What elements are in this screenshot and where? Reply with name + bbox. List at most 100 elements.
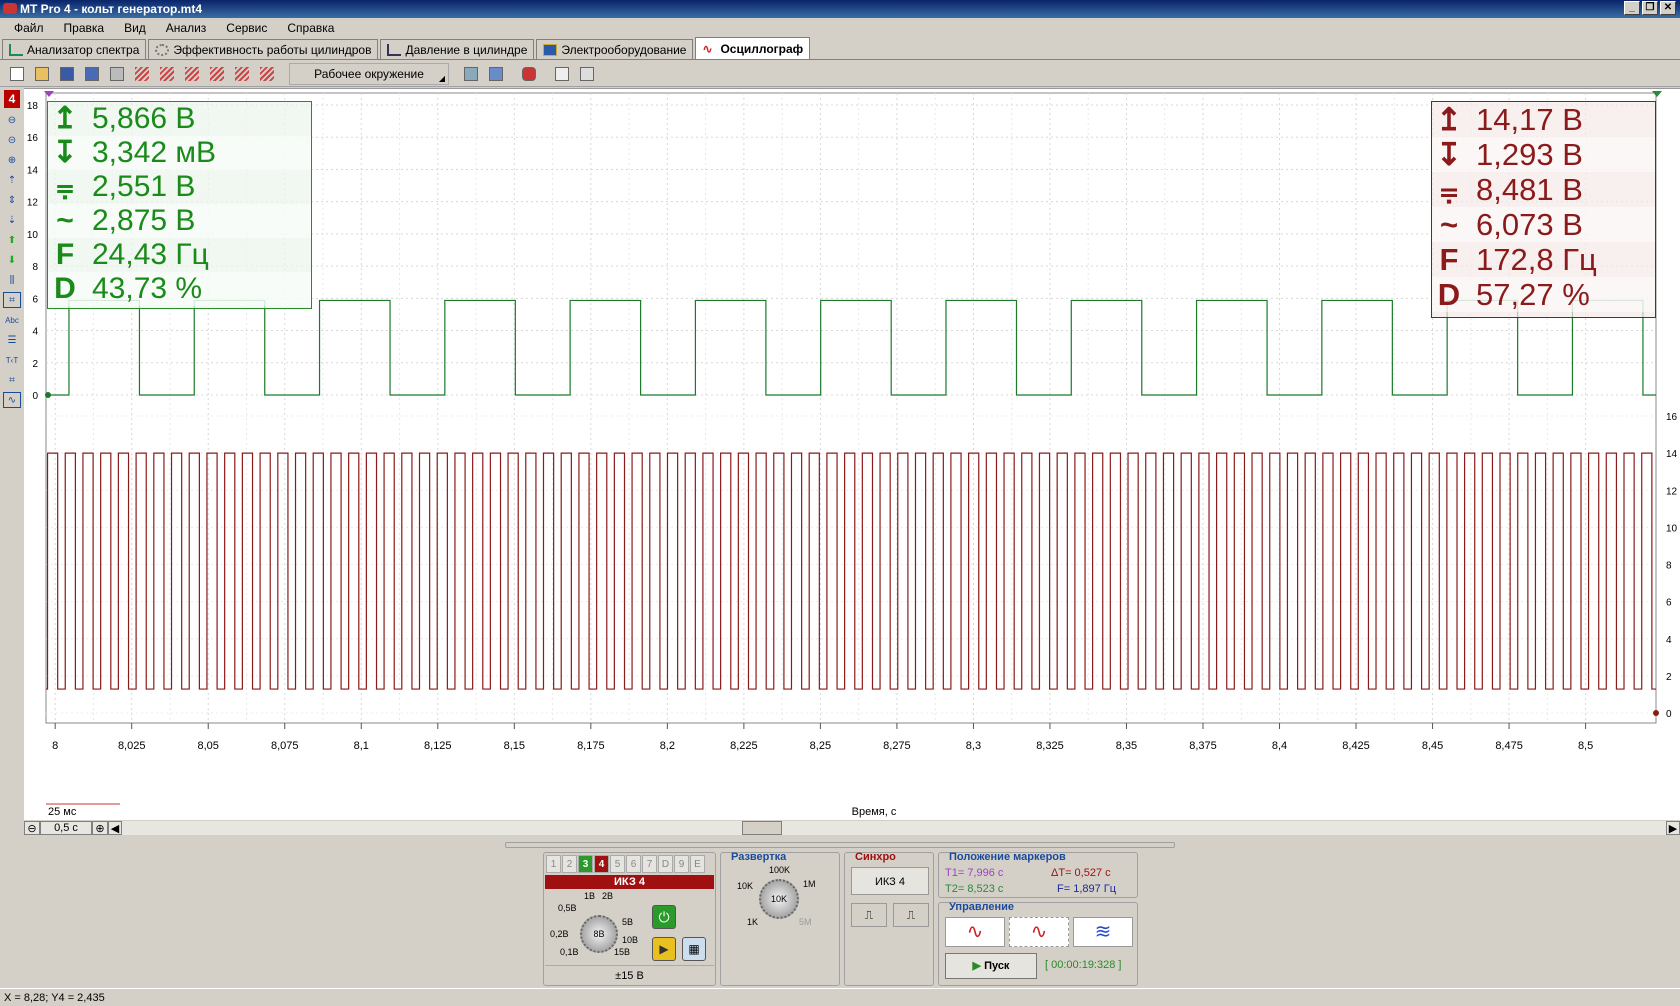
power-button[interactable]: ⏻ (652, 905, 676, 929)
waveform-tool-4[interactable] (206, 63, 228, 85)
arrow-down-icon[interactable]: ⇣ (3, 212, 21, 228)
move-down-icon[interactable]: ⬇ (3, 252, 21, 268)
menu-help[interactable]: Справка (277, 21, 344, 35)
new-file-button[interactable] (6, 63, 28, 85)
environment-dropdown[interactable]: Рабочее окружение ◢ (289, 62, 449, 85)
waveform-tool-6[interactable] (256, 63, 278, 85)
print-button[interactable] (106, 63, 128, 85)
measure-row: ~6,073 В (1432, 207, 1655, 242)
measure-row: ↥ 14,17 В (1432, 102, 1655, 137)
waveform-tool-1[interactable] (131, 63, 153, 85)
save-as-button[interactable] (81, 63, 103, 85)
channel-button-3[interactable]: 3 (578, 855, 593, 873)
y-right-axis: 0 2 4 6 8 10 12 14 16 (1666, 412, 1678, 720)
x-tick-label: 8,35 (1116, 740, 1137, 752)
channel-button-d[interactable]: D (658, 855, 673, 873)
control-panel: 1234567D9E ИКЗ 4 8В 1В 2В 0,5В 5В 0,2В 1… (0, 842, 1680, 986)
cursor-button[interactable] (576, 63, 598, 85)
marker-t2-handle[interactable] (1652, 91, 1662, 97)
measure-row: D 43,73 % (48, 272, 311, 306)
text-label-icon[interactable]: Abc (3, 312, 21, 328)
x-tick-label: 8,425 (1342, 740, 1370, 752)
measure-value: 24,43 Гц (92, 238, 209, 271)
sync-rising-edge-button[interactable]: ⎍ (851, 903, 887, 927)
graph-icon[interactable]: ∿ (3, 392, 21, 408)
sync-source-dropdown[interactable]: ИКЗ 4 (851, 867, 929, 895)
waveform-tool-2[interactable] (156, 63, 178, 85)
channel-button-6[interactable]: 6 (626, 855, 641, 873)
scroll-right-button[interactable]: ▶ (1666, 821, 1680, 835)
panel-splitter[interactable] (505, 842, 1175, 848)
channel-button-4[interactable]: 4 (594, 855, 609, 873)
waveform-tool-5[interactable] (231, 63, 253, 85)
sync-falling-edge-button[interactable]: ⎍ (893, 903, 929, 927)
car-button[interactable] (518, 63, 540, 85)
active-channel-badge[interactable]: 4 (4, 90, 20, 108)
zoom-in-icon[interactable]: ⊕ (3, 152, 21, 168)
arrow-up-icon[interactable]: ⇡ (3, 172, 21, 188)
zoom-out-icon[interactable]: ⊖ (3, 112, 21, 128)
save-button[interactable] (56, 63, 78, 85)
play-channel-button[interactable]: ▶ (652, 937, 676, 961)
move-up-icon[interactable]: ⬆ (3, 232, 21, 248)
mode-single-button[interactable]: ∿ (945, 917, 1005, 947)
waveform-icon (135, 66, 149, 81)
open-file-button[interactable] (31, 63, 53, 85)
scroll-left-button[interactable]: ◀ (108, 821, 122, 835)
arrow-updown-icon[interactable]: ⇕ (3, 192, 21, 208)
text-marker-icon[interactable]: T‹T (3, 352, 21, 368)
y-left-tick-label: 10 (27, 230, 39, 241)
scale-icon[interactable]: ⌗ (3, 292, 21, 308)
waveform-tool-3[interactable] (181, 63, 203, 85)
save-config-button[interactable] (485, 63, 507, 85)
y-right-tick-label: 12 (1666, 486, 1678, 497)
channel-button-5[interactable]: 5 (610, 855, 625, 873)
channel-button-7[interactable]: 7 (642, 855, 657, 873)
measure-value: 1,293 В (1476, 137, 1583, 172)
zoom-reset-icon[interactable]: ⊝ (3, 132, 21, 148)
measure-value: 172,8 Гц (1476, 242, 1597, 277)
menu-view[interactable]: Вид (114, 21, 156, 35)
volt-knob[interactable]: 8В (580, 915, 618, 953)
tab-electrical[interactable]: Электрооборудование (536, 39, 694, 59)
ruler-icon[interactable]: ⫼ (3, 272, 21, 288)
measure-row: D 57,27 % (1432, 277, 1655, 312)
channel-selector: 1234567D9E (546, 855, 705, 873)
config-icon (489, 66, 503, 81)
channel-button-9[interactable]: 9 (674, 855, 689, 873)
menu-edit[interactable]: Правка (54, 21, 115, 35)
close-button[interactable]: ✕ (1660, 1, 1676, 15)
chart-icon[interactable]: ⌗ (3, 372, 21, 388)
measure-symbol-icon: ~ (56, 204, 74, 237)
y-left-tick-label: 14 (27, 165, 39, 176)
menu-service[interactable]: Сервис (216, 21, 277, 35)
horizontal-scrollbar[interactable] (122, 821, 1666, 835)
tab-spectrum[interactable]: Анализатор спектра (2, 39, 147, 59)
zoom-fit-button[interactable] (551, 63, 573, 85)
channel-button-1[interactable]: 1 (546, 855, 561, 873)
channel-button-e[interactable]: E (690, 855, 705, 873)
zoom-out-time-button[interactable]: ⊖ (24, 821, 40, 835)
undo-button[interactable] (460, 63, 482, 85)
range-dropdown[interactable]: ±15 В (545, 965, 714, 985)
menu-analysis[interactable]: Анализ (156, 21, 217, 35)
time-scrollbar-row: ⊖ 0,5 с ⊕ ◀ ▶ (24, 820, 1680, 836)
mode-recorder-button[interactable]: ≋ (1073, 917, 1133, 947)
oscilloscope-view[interactable]: 0 2 4 6 8 10 12 14 16 18 0 2 4 6 8 10 12 14 16 8 8,025 8,05… (24, 88, 1680, 830)
measure-row: F 24,43 Гц (48, 238, 311, 272)
calculator-button[interactable]: ▦ (682, 937, 706, 961)
tab-cylinder-efficiency[interactable]: Эффективность работы цилиндров (148, 39, 379, 59)
list-icon[interactable]: ☰ (3, 332, 21, 348)
channel-button-2[interactable]: 2 (562, 855, 577, 873)
start-button[interactable]: ▶ Пуск (945, 953, 1037, 979)
menu-file[interactable]: Файл (4, 21, 54, 35)
sweep-knob[interactable]: 10K (759, 879, 799, 919)
zoom-in-time-button[interactable]: ⊕ (92, 821, 108, 835)
tab-cylinder-pressure[interactable]: Давление в цилиндре (380, 39, 535, 59)
minimize-button[interactable]: _ (1624, 1, 1640, 15)
tab-oscilloscope[interactable]: ∿ Осциллограф (695, 37, 811, 59)
maximize-button[interactable]: ❐ (1642, 1, 1658, 15)
measure-symbol-icon: D (54, 272, 76, 305)
mode-continuous-button[interactable]: ∿ (1009, 917, 1069, 947)
scrollbar-thumb[interactable] (742, 821, 782, 835)
